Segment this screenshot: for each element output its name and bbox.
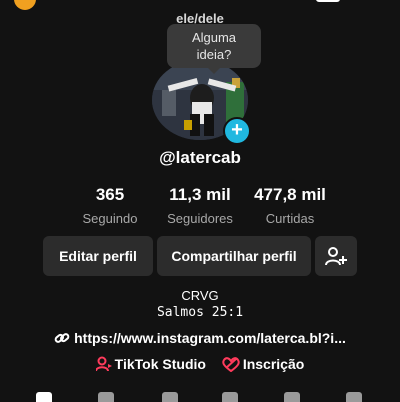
- stat-label: Seguindo: [82, 211, 138, 226]
- videos-tab-icon[interactable]: [36, 392, 52, 402]
- wardrobe-icon[interactable]: [316, 0, 340, 2]
- username: @latercab: [159, 148, 241, 167]
- stat-value: 365: [95, 185, 125, 204]
- shop-tab-icon[interactable]: [98, 392, 114, 402]
- studio-label: TikTok Studio: [114, 356, 206, 372]
- edit-profile-button[interactable]: Editar perfil: [43, 236, 153, 276]
- content-tabs: [0, 390, 400, 402]
- stat-likes[interactable]: 477,8 mil Curtidas: [240, 185, 340, 226]
- liked-tab-icon[interactable]: [346, 392, 362, 402]
- stat-followers[interactable]: 11,3 mil Seguidores: [150, 185, 250, 226]
- private-tab-icon[interactable]: [162, 392, 178, 402]
- link-icon: [54, 333, 70, 343]
- tooltip-line-1: Alguma: [191, 30, 237, 45]
- bio-link-text: https://www.instagram.com/laterca.bl?i..…: [74, 330, 346, 346]
- reposts-tab-icon[interactable]: [222, 392, 238, 402]
- bio-line-1: CRVG: [181, 288, 219, 303]
- bio-line-2: Salmos 25:1: [156, 305, 244, 320]
- profile-extras: TikTok Studio Inscrição: [0, 356, 400, 373]
- tooltip-line-2: ideia?: [196, 47, 232, 62]
- add-user-icon: [325, 247, 347, 266]
- add-friend-button[interactable]: [315, 236, 357, 276]
- subscription-link[interactable]: Inscrição: [222, 356, 305, 373]
- favorites-tab-icon[interactable]: [284, 392, 300, 402]
- idea-tooltip[interactable]: Alguma ideia?: [167, 24, 261, 74]
- tiktok-studio-link[interactable]: TikTok Studio: [94, 356, 206, 372]
- notification-badge-icon[interactable]: [14, 0, 36, 10]
- subscription-label: Inscrição: [242, 356, 305, 372]
- add-avatar-button[interactable]: +: [223, 117, 251, 145]
- stat-label: Curtidas: [265, 211, 315, 226]
- stat-value: 477,8 mil: [254, 185, 326, 204]
- stat-label: Seguidores: [167, 211, 233, 226]
- stat-following[interactable]: 365 Seguindo: [60, 185, 160, 226]
- studio-icon: [94, 356, 112, 372]
- subscription-icon: [222, 357, 240, 373]
- share-profile-button[interactable]: Compartilhar perfil: [157, 236, 311, 276]
- stat-value: 11,3 mil: [169, 185, 231, 204]
- bio-link[interactable]: https://www.instagram.com/laterca.bl?i..…: [0, 330, 400, 346]
